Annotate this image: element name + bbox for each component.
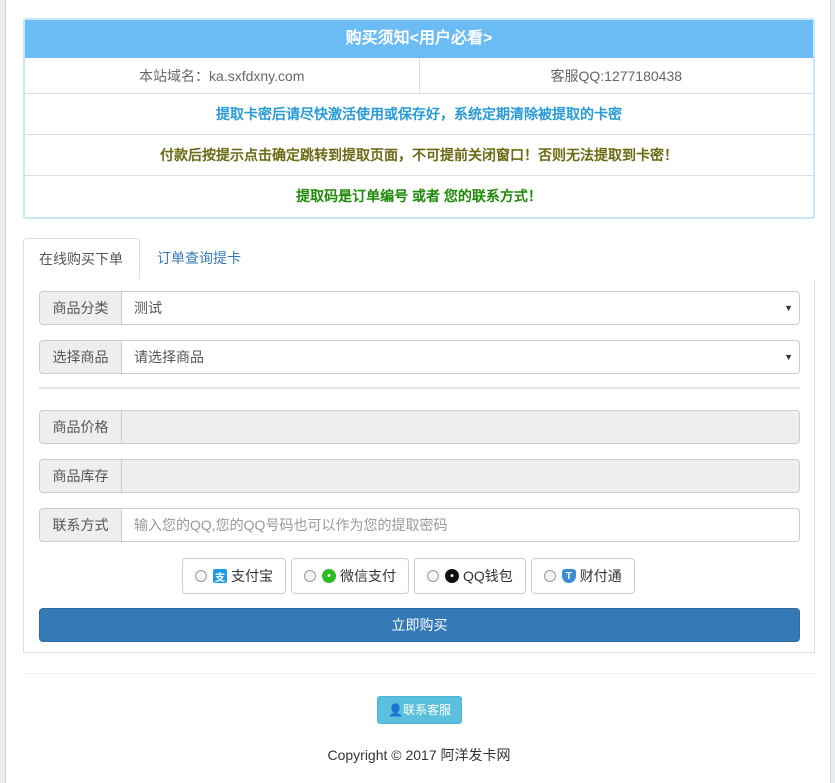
contact-label: 联系方式 [39,508,121,542]
radio-icon[interactable] [195,570,207,582]
pay-alipay-label: 支付宝 [231,568,273,584]
alipay-icon: 支 [213,569,227,584]
radio-icon[interactable] [304,570,316,582]
chevron-down-icon: ▼ [784,352,793,362]
pay-alipay-option[interactable]: 支 支付宝 [182,558,286,594]
user-icon: 👤 [388,703,403,717]
buy-now-button[interactable]: 立即购买 [39,608,800,642]
order-form: 商品分类 测试 ▼ 选择商品 请选择商品 ▼ 商品价格 商品库存 联系方式 输入… [23,279,815,653]
notice-title: 购买须知<用户必看> [25,20,813,58]
notice-info-row: 本站域名：ka.sxfdxny.com 客服QQ:1277180438 [25,58,813,94]
product-label: 选择商品 [39,340,121,374]
stock-label: 商品库存 [39,459,121,493]
tab-online-buy[interactable]: 在线购买下单 [23,238,140,280]
category-row: 商品分类 测试 ▼ [39,291,800,325]
qq-penguin-icon: • [445,569,459,583]
notice-line-2: 付款后按提示点击确定跳转到提取页面，不可提前关闭窗口！否则无法提取到卡密！ [25,135,813,176]
radio-icon[interactable] [427,570,439,582]
tab-bar: 在线购买下单 订单查询提卡 [23,238,815,280]
pay-tenpay-option[interactable]: T 财付通 [530,558,635,594]
price-label: 商品价格 [39,410,121,444]
product-row: 选择商品 请选择商品 ▼ [39,340,800,374]
contact-service-label: 联系客服 [402,703,451,717]
chevron-down-icon: ▼ [784,303,793,313]
pay-qqwallet-option[interactable]: • QQ钱包 [414,558,526,594]
pay-wechat-label: 微信支付 [340,568,396,584]
category-label: 商品分类 [39,291,121,325]
price-field [121,410,800,444]
tab-order-query[interactable]: 订单查询提卡 [142,238,256,280]
pay-wechat-option[interactable]: • 微信支付 [291,558,409,594]
pay-tenpay-label: 财付通 [579,568,622,584]
wechat-icon: • [322,569,336,583]
notice-line-3: 提取码是订单编号 或者 您的联系方式！ [296,188,542,204]
site-domain: 本站域名：ka.sxfdxny.com [139,68,305,84]
contact-input[interactable]: 输入您的QQ,您的QQ号码也可以作为您的提取密码 [121,508,800,542]
form-divider [39,387,800,389]
product-select[interactable]: 请选择商品 ▼ [121,340,800,374]
copyright: Copyright © 2017 阿洋发卡网 [327,747,511,763]
category-value: 测试 [134,300,162,316]
page-container: 购买须知<用户必看> 本站域名：ka.sxfdxny.com 客服QQ:1277… [5,0,831,783]
stock-row: 商品库存 [39,459,800,493]
stock-field [121,459,800,493]
notice-line-1: 提取卡密后请尽快激活使用或保存好，系统定期清除被提取的卡密 [25,94,813,135]
category-select[interactable]: 测试 ▼ [121,291,800,325]
contact-row: 联系方式 输入您的QQ,您的QQ号码也可以作为您的提取密码 [39,508,800,542]
payment-options: 支 支付宝 • 微信支付 • QQ钱包 T 财付通 [182,558,635,594]
product-value: 请选择商品 [134,349,204,365]
pay-qqwallet-label: QQ钱包 [463,568,513,584]
contact-service-button[interactable]: 👤联系客服 [377,696,462,724]
notice-panel: 购买须知<用户必看> 本站域名：ka.sxfdxny.com 客服QQ:1277… [23,18,815,219]
radio-icon[interactable] [543,570,556,582]
service-qq: 客服QQ:1277180438 [418,58,814,93]
tenpay-shield-icon: T [561,569,576,583]
price-row: 商品价格 [39,410,800,444]
footer-divider [23,673,815,674]
